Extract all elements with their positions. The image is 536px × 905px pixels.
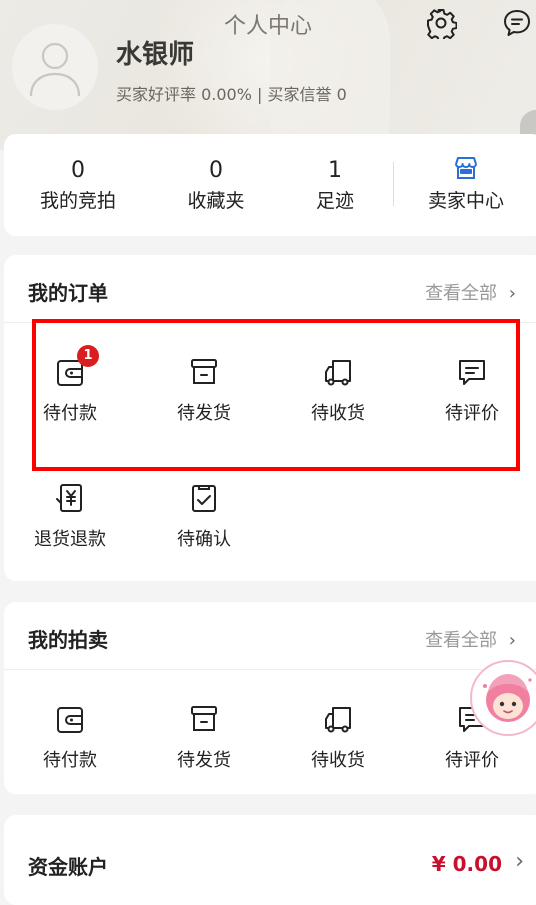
order-pending-confirm[interactable]: 待确认: [144, 481, 264, 551]
auctions-title: 我的拍卖: [28, 628, 108, 652]
funds-card[interactable]: 资金账户 ¥ 0.00 ›: [4, 815, 536, 905]
username: 水银师: [116, 40, 195, 70]
auctions-view-all-link[interactable]: 查看全部 ›: [425, 626, 516, 652]
gear-icon: [427, 9, 457, 39]
stat-value: 0: [209, 158, 223, 183]
auctions-card: 我的拍卖 查看全部 › 待付款 待发货 待收货 待评价: [4, 602, 536, 794]
orders-title: 我的订单: [28, 281, 108, 305]
stat-label: 收藏夹: [187, 190, 245, 212]
package-box-icon: [191, 706, 217, 731]
funds-title: 资金账户: [28, 855, 108, 879]
view-all-label: 查看全部: [425, 283, 498, 304]
chevron-right-icon: ›: [515, 849, 524, 874]
stat-label: 足迹: [315, 190, 354, 212]
order-return-refund[interactable]: 退货退款: [10, 481, 130, 551]
settings-button[interactable]: [424, 6, 458, 40]
user-silhouette-icon: [29, 42, 81, 97]
chevron-right-icon: ›: [508, 630, 516, 651]
stats-card: 0 我的竞拍 0 收藏夹 1 足迹 卖家中心: [4, 134, 536, 236]
stat-value: 0: [71, 158, 85, 183]
avatar[interactable]: [12, 24, 98, 110]
floating-assistant-button[interactable]: [470, 660, 536, 736]
highlight-box: [32, 319, 520, 471]
seller-center-label: 卖家中心: [427, 190, 504, 212]
messages-button[interactable]: [500, 6, 534, 40]
divider: [4, 669, 536, 670]
auction-pending-receipt[interactable]: 待收货: [278, 702, 398, 772]
stat-footprints[interactable]: 1 足迹: [280, 134, 390, 236]
funds-balance: ¥ 0.00: [431, 852, 502, 876]
stat-label: 我的竞拍: [39, 190, 116, 212]
stat-my-bids[interactable]: 0 我的竞拍: [4, 134, 152, 236]
chat-bubble-icon: [504, 10, 530, 36]
auction-pending-payment[interactable]: 待付款: [10, 702, 130, 772]
auction-pending-shipment[interactable]: 待发货: [144, 702, 264, 772]
orders-view-all-link[interactable]: 查看全部 ›: [425, 279, 516, 305]
chevron-right-icon: ›: [508, 283, 516, 304]
auction-item-label: 待收货: [311, 750, 365, 771]
wallet-icon: [57, 707, 83, 733]
delivery-truck-icon: [325, 707, 351, 733]
order-item-label: 退货退款: [34, 529, 106, 550]
refund-receipt-icon: [56, 484, 82, 512]
mascot-avatar-icon: [483, 674, 532, 722]
divider: [393, 162, 394, 206]
view-all-label: 查看全部: [425, 630, 498, 651]
auction-item-label: 待发货: [177, 750, 231, 771]
buyer-rating: 买家好评率 0.00% | 买家信誉 0: [116, 85, 347, 104]
order-item-label: 待确认: [177, 529, 231, 550]
stat-favorites[interactable]: 0 收藏夹: [152, 134, 280, 236]
auction-item-label: 待付款: [43, 750, 97, 771]
clipboard-check-icon: [192, 485, 216, 512]
storefront-icon: [455, 157, 477, 179]
stat-value: 1: [328, 158, 342, 183]
seller-center-button[interactable]: 卖家中心: [404, 134, 528, 236]
auction-item-label: 待评价: [445, 750, 499, 771]
